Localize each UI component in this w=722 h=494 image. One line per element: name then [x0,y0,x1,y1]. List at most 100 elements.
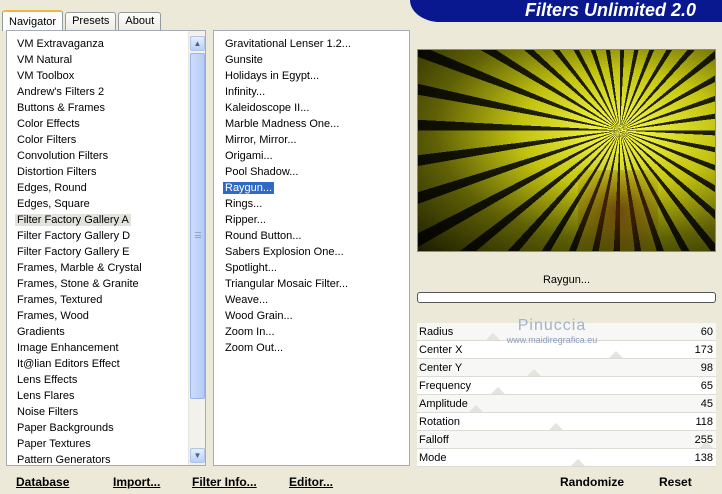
filter-item[interactable]: Ripper... [214,212,409,228]
filter-item[interactable]: Pool Shadow... [214,164,409,180]
param-slider[interactable]: Center X 173 [417,341,716,359]
filter-item-label: Weave... [225,294,269,306]
slider-thumb-icon[interactable] [469,405,484,412]
filter-item-label: Gunsite [225,54,263,66]
tab-presets[interactable]: Presets [65,12,117,30]
import-button[interactable]: Import... [113,472,160,492]
slider-thumb-icon[interactable] [570,459,585,466]
category-item[interactable]: Convolution Filters [7,148,205,164]
category-item[interactable]: Paper Backgrounds [7,420,205,436]
param-slider[interactable]: Radius 60 [417,323,716,341]
reset-button[interactable]: Reset [659,472,692,492]
slider-thumb-icon[interactable] [491,387,506,394]
category-item[interactable]: Image Enhancement [7,340,205,356]
category-item[interactable]: Gradients [7,324,205,340]
scrollbar-thumb[interactable] [190,53,205,399]
filter-item[interactable]: Holidays in Egypt... [214,68,409,84]
filter-item[interactable]: Wood Grain... [214,308,409,324]
category-item-label: VM Natural [17,54,73,66]
param-slider[interactable]: Rotation 118 [417,413,716,431]
slider-thumb-icon[interactable] [549,423,564,430]
category-item-label: Frames, Marble & Crystal [17,262,142,274]
category-item[interactable]: Paper Textures [7,436,205,452]
database-button[interactable]: Database [16,472,69,492]
filter-item-label: Gravitational Lenser 1.2... [225,38,351,50]
param-value: 173 [694,344,713,356]
slider-thumb-icon[interactable] [527,369,542,376]
category-item[interactable]: Frames, Marble & Crystal [7,260,205,276]
category-item[interactable]: Edges, Round [7,180,205,196]
randomize-button[interactable]: Randomize [560,472,624,492]
category-item[interactable]: Filter Factory Gallery A [7,212,205,228]
tab-about[interactable]: About [118,12,162,30]
filter-item[interactable]: Rings... [214,196,409,212]
category-item[interactable]: Filter Factory Gallery D [7,228,205,244]
category-item[interactable]: It@lian Editors Effect [7,356,205,372]
category-item[interactable]: Lens Effects [7,372,205,388]
filter-item[interactable]: Mirror, Mirror... [214,132,409,148]
category-item[interactable]: Frames, Wood [7,308,205,324]
category-item[interactable]: VM Toolbox [7,68,205,84]
tab-bar: Navigator Presets About [2,8,163,31]
tab-navigator[interactable]: Navigator [2,10,64,31]
filter-item[interactable]: Sabers Explosion One... [214,244,409,260]
category-scrollbar[interactable]: ▲ ▼ [188,31,205,465]
category-item-label: Buttons & Frames [17,102,106,114]
filter-info-button[interactable]: Filter Info... [192,472,257,492]
category-item[interactable]: Distortion Filters [7,164,205,180]
param-slider[interactable]: Mode 138 [417,449,716,467]
filter-item[interactable]: Zoom In... [214,324,409,340]
category-item[interactable]: Noise Filters [7,404,205,420]
filter-item-label: Kaleidoscope II... [225,102,310,114]
filter-item[interactable]: Round Button... [214,228,409,244]
slider-thumb-icon[interactable] [609,351,624,358]
slider-thumb-icon[interactable] [485,333,500,340]
filter-item[interactable]: Triangular Mosaic Filter... [214,276,409,292]
filter-item[interactable]: Zoom Out... [214,340,409,356]
category-item-label: Filter Factory Gallery A [15,214,131,226]
category-item[interactable]: Frames, Stone & Granite [7,276,205,292]
category-item[interactable]: Frames, Textured [7,292,205,308]
param-slider[interactable]: Amplitude 45 [417,395,716,413]
filter-item-label: Infinity... [225,86,266,98]
param-value: 45 [700,398,713,410]
category-item[interactable]: Edges, Square [7,196,205,212]
param-label: Amplitude [419,398,468,410]
category-item[interactable]: Andrew's Filters 2 [7,84,205,100]
editor-button[interactable]: Editor... [289,472,333,492]
category-item-label: Color Effects [17,118,80,130]
param-slider[interactable]: Frequency 65 [417,377,716,395]
category-item[interactable]: Filter Factory Gallery E [7,244,205,260]
param-slider[interactable]: Falloff 255 [417,431,716,449]
category-item-label: VM Extravaganza [17,38,104,50]
filter-item[interactable]: Weave... [214,292,409,308]
category-item[interactable]: VM Extravaganza [7,36,205,52]
filter-item[interactable]: Kaleidoscope II... [214,100,409,116]
category-item[interactable]: VM Natural [7,52,205,68]
category-item[interactable]: Lens Flares [7,388,205,404]
category-item-label: Pattern Generators [17,454,111,466]
category-item[interactable]: Pattern Generators [7,452,205,466]
filter-item[interactable]: Spotlight... [214,260,409,276]
param-label: Frequency [419,380,471,392]
arrow-down-icon[interactable]: ▼ [190,448,205,463]
category-item-label: Lens Flares [17,390,75,402]
filter-item[interactable]: Gunsite [214,52,409,68]
filter-item-label: Holidays in Egypt... [225,70,320,82]
filter-item[interactable]: Gravitational Lenser 1.2... [214,36,409,52]
arrow-up-icon[interactable]: ▲ [190,36,205,51]
filter-item[interactable]: Marble Madness One... [214,116,409,132]
category-item[interactable]: Buttons & Frames [7,100,205,116]
param-label: Falloff [419,434,449,446]
category-list[interactable]: VM Extravaganza VM Natural VM Toolbox Andre… [7,31,205,466]
param-value: 255 [694,434,713,446]
param-slider[interactable]: Center Y 98 [417,359,716,377]
filter-item[interactable]: Origami... [214,148,409,164]
category-item[interactable]: Color Filters [7,132,205,148]
filter-item[interactable]: Raygun... [214,180,409,196]
category-item[interactable]: Color Effects [7,116,205,132]
category-item-label: Lens Effects [17,374,78,386]
filter-item[interactable]: Infinity... [214,84,409,100]
filter-list[interactable]: Gravitational Lenser 1.2... Gunsite Holida… [214,31,409,356]
filter-item-label: Spotlight... [225,262,277,274]
